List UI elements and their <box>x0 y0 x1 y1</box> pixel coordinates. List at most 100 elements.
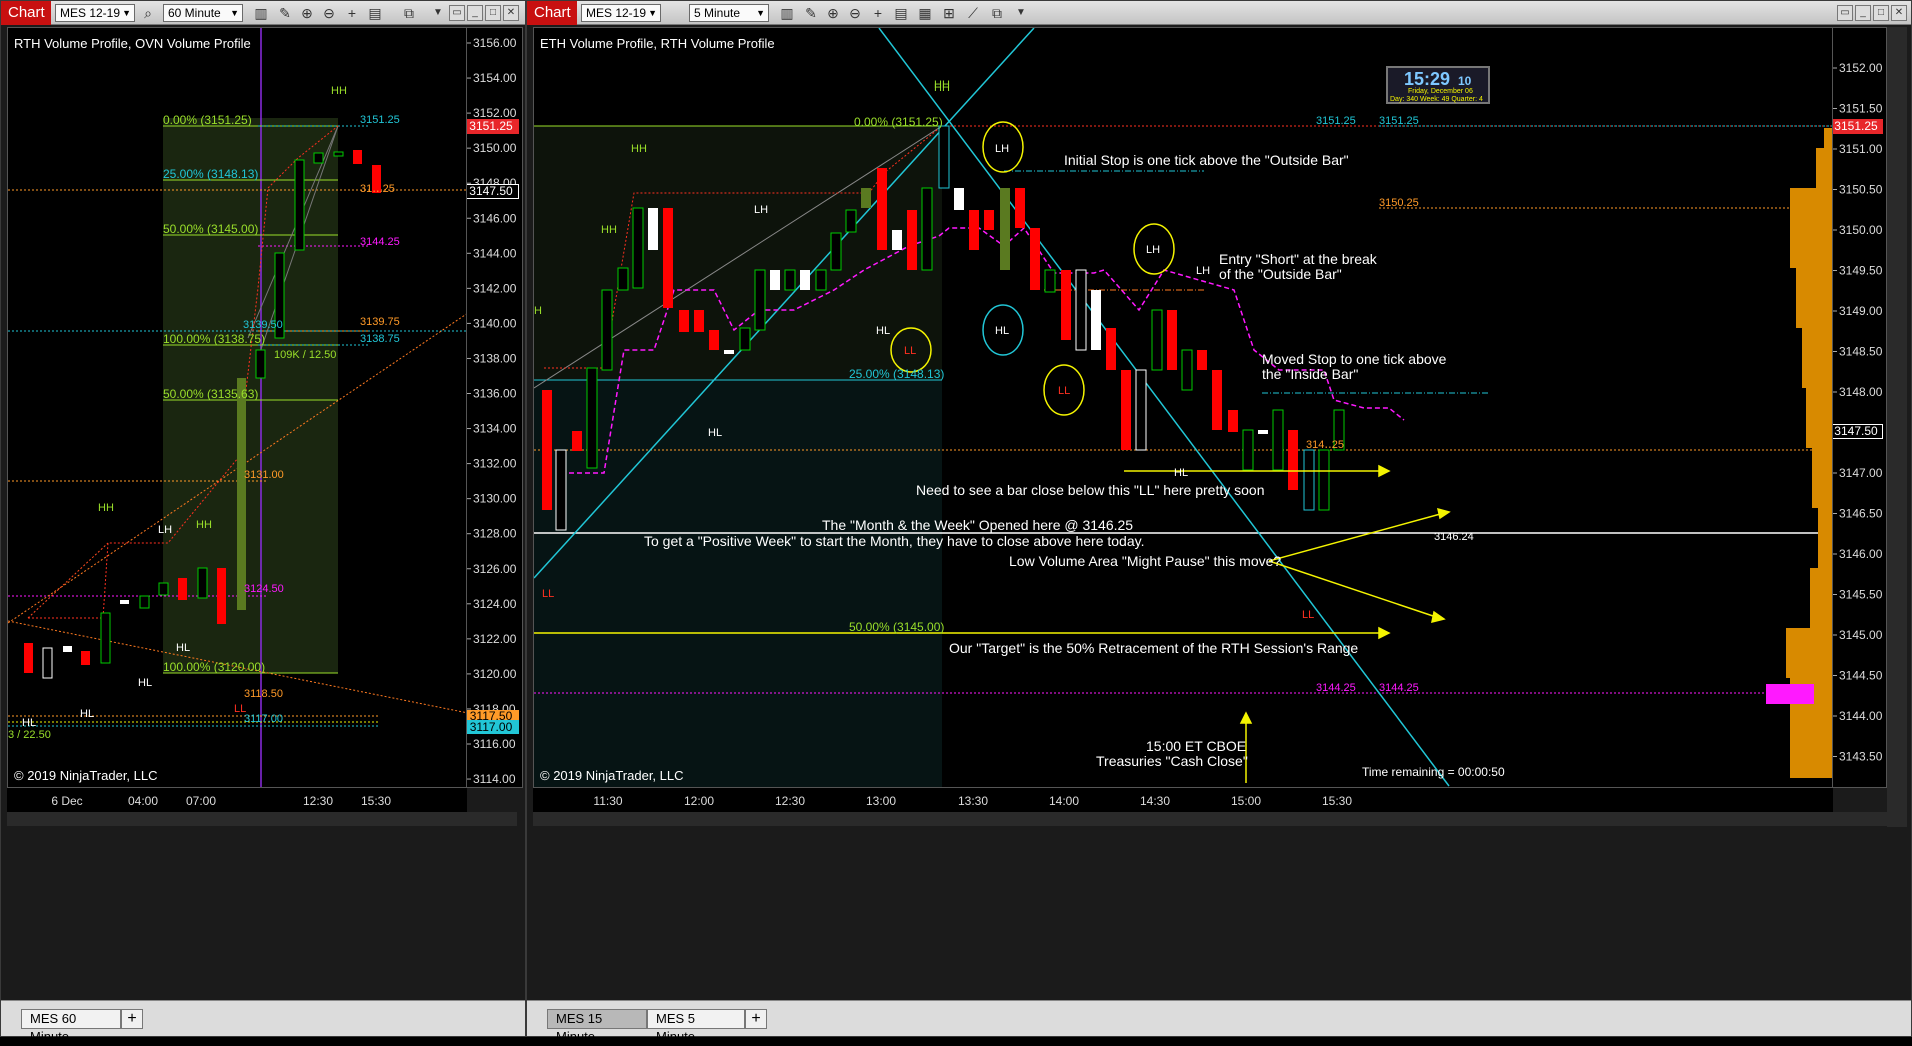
x-tick-label: 07:00 <box>186 794 216 808</box>
bars-icon[interactable]: ▥ <box>251 3 271 23</box>
y-tick-label: 3145.50 <box>1839 588 1883 602</box>
swing-label: HL <box>876 325 890 337</box>
swing-label: H <box>534 305 542 317</box>
left-instrument-select[interactable]: MES 12-19 ▼ <box>55 4 135 22</box>
note-need: Need to see a bar close below this "LL" … <box>916 482 1264 498</box>
right-vertical-scrollbar[interactable] <box>1887 27 1907 827</box>
close-button[interactable]: ✕ <box>1891 5 1907 21</box>
indicator-icon[interactable]: ⊞ <box>939 3 959 23</box>
add-tab-button[interactable]: + <box>745 1009 767 1029</box>
tab-mes-5-minute[interactable]: MES 5 Minute <box>647 1009 745 1044</box>
fib-label: 50.00% (3145.00) <box>849 620 944 634</box>
y-tick-label: 3130.00 <box>473 492 517 506</box>
right-scrollbar[interactable] <box>533 812 1887 826</box>
swing-label: HH <box>631 143 647 155</box>
y-tick-label: 3144.00 <box>473 246 517 260</box>
y-tick-label: 3146.00 <box>473 211 517 225</box>
fib-label: 25.00% (3148.13) <box>849 367 944 381</box>
copy-icon[interactable]: ⧉ <box>987 3 1007 23</box>
x-tick-label: 15:30 <box>361 794 391 808</box>
level-label: 3139.50 <box>243 319 283 331</box>
x-tick-label: 13:00 <box>866 794 896 808</box>
crosshair-icon[interactable]: + <box>868 3 888 23</box>
zoom-icon[interactable]: ⊕ <box>823 3 843 23</box>
zoom-out-icon[interactable]: ⊖ <box>319 3 339 23</box>
left-time-axis[interactable]: 6 Dec 04:00 07:00 12:30 15:30 <box>7 788 467 812</box>
level-label: 3138.75 <box>360 333 400 345</box>
pencil-icon[interactable]: ✎ <box>275 3 295 23</box>
right-chart-tab[interactable]: Chart <box>527 1 577 25</box>
add-tab-button[interactable]: + <box>121 1009 143 1029</box>
close-button[interactable]: ✕ <box>503 5 519 21</box>
minimize-button[interactable]: _ <box>1855 5 1871 21</box>
x-tick-label: 12:30 <box>303 794 333 808</box>
swing-label: HH <box>331 85 347 97</box>
strategy-icon[interactable]: ▦ <box>915 3 935 23</box>
window-menu-button[interactable]: ▭ <box>449 5 465 21</box>
y-tick-label: 3151.50 <box>1839 102 1883 116</box>
chevron-down-icon: ▼ <box>756 8 765 18</box>
x-tick-label: 11:30 <box>593 794 622 808</box>
clock-time: 15:29 <box>1404 69 1451 89</box>
copy-icon[interactable]: ⧉ <box>399 3 419 23</box>
bars-icon[interactable]: ▥ <box>777 3 797 23</box>
right-price-plot[interactable]: 0.00% (3151.25) 25.00% (3148.13) 50.00% … <box>533 27 1833 788</box>
left-copyright: © 2019 NinjaTrader, LLC <box>14 768 158 783</box>
right-price-axis[interactable]: 3152.00 3151.50 3151.00 3150.50 3150.00 3149.… <box>1833 27 1887 788</box>
dropdown-icon[interactable]: ▼ <box>1011 3 1031 23</box>
swing-label: HH <box>934 79 950 91</box>
zoom-out-icon[interactable]: ⊖ <box>845 3 865 23</box>
price-tag-white: 3147.50 <box>1833 424 1883 439</box>
y-tick-label: 3146.00 <box>1839 547 1883 561</box>
swing-label: HL <box>708 427 722 439</box>
search-icon[interactable]: ⌕ <box>138 3 158 23</box>
level-label: 3150.25 <box>1379 197 1419 209</box>
level-label: 3131.00 <box>244 469 284 481</box>
window-menu-button[interactable]: ▭ <box>1837 5 1853 21</box>
right-yaxis-svg: 3152.00 3151.50 3151.00 3150.50 3150.00 3149.… <box>1833 61 1883 764</box>
level-label: 3144.25 <box>1316 682 1356 694</box>
right-instrument-select[interactable]: MES 12-19 ▼ <box>581 4 661 22</box>
level-label: 3151.25 <box>1379 115 1419 127</box>
volume-profile <box>1786 128 1832 778</box>
minimize-button[interactable]: _ <box>467 5 483 21</box>
x-tick-label: 15:30 <box>1322 794 1352 808</box>
right-time-axis[interactable]: 11:30 12:00 12:30 13:00 13:30 14:00 14:30 15:00… <box>533 788 1833 812</box>
price-tag-white: 3147.50 <box>467 184 519 199</box>
y-tick-label: 3132.00 <box>473 457 517 471</box>
maximize-button[interactable]: □ <box>485 5 501 21</box>
y-tick-label: 3143.50 <box>1839 750 1883 764</box>
dropdown-icon[interactable]: ▼ <box>428 3 448 23</box>
maximize-button[interactable]: □ <box>1873 5 1889 21</box>
tab-mes-60-minute[interactable]: MES 60 Minute <box>21 1009 121 1044</box>
y-tick-label: 3144.50 <box>1839 669 1883 683</box>
left-price-plot[interactable]: 0.00% (3151.25) 25.00% (3148.13) 50.00% … <box>7 27 467 788</box>
drawing-icon[interactable]: ⟋ <box>963 3 983 23</box>
y-tick-label: 3126.00 <box>473 562 517 576</box>
x-tick-label: 15:00 <box>1231 794 1261 808</box>
y-tick-label: 3138.00 <box>473 351 517 365</box>
right-toolbar: Chart MES 12-19 ▼ 5 Minute ▼ ▥ ✎ ⊕ ⊖ + ▤ ▦… <box>527 1 1911 25</box>
y-tick-label: 3144.00 <box>1839 709 1883 723</box>
tab-mes-15-minute[interactable]: MES 15 Minute <box>547 1009 647 1044</box>
y-tick-label: 3148.50 <box>1839 345 1883 359</box>
y-tick-label: 3136.00 <box>473 387 517 401</box>
swing-label: LL <box>1302 609 1314 621</box>
price-tag-red: 3151.25 <box>467 119 519 134</box>
left-price-axis[interactable]: 3156.003154.003152.003150.003148.003146.… <box>467 27 523 788</box>
price-tag-red: 3151.25 <box>1833 119 1883 134</box>
properties-icon[interactable]: ▤ <box>891 3 911 23</box>
left-chart-tab[interactable]: Chart <box>1 1 51 25</box>
properties-icon[interactable]: ▤ <box>365 3 385 23</box>
fib-label: 100.00% (3138.75) <box>163 332 265 346</box>
y-tick-label: 3148.00 <box>1839 385 1883 399</box>
clock-widget: 15:29 10 Friday, December 06 Day: 340 We… <box>1386 66 1490 104</box>
clock-info: Day: 340 Week: 49 Quarter: 4 <box>1390 96 1483 103</box>
crosshair-icon[interactable]: + <box>342 3 362 23</box>
right-interval-select[interactable]: 5 Minute ▼ <box>689 4 769 22</box>
left-scrollbar[interactable] <box>7 812 517 826</box>
left-interval-select[interactable]: 60 Minute ▼ <box>163 4 243 22</box>
pencil-icon[interactable]: ✎ <box>801 3 821 23</box>
right-plot-title: ETH Volume Profile, RTH Volume Profile <box>540 36 775 51</box>
zoom-icon[interactable]: ⊕ <box>297 3 317 23</box>
